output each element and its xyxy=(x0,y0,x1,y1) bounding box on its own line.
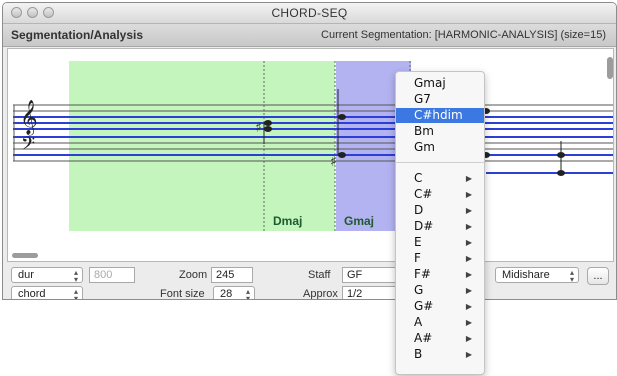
menu-item-chord[interactable]: Bm xyxy=(396,124,484,139)
menu-item-label: G7 xyxy=(414,92,431,106)
dur-select[interactable]: dur ▴ ▾ xyxy=(11,267,83,284)
window-title: CHORD-SEQ xyxy=(271,6,348,20)
score-staff-svg: 𝄞 𝄢 ♯ ♯ xyxy=(13,61,613,231)
zoom-label: Zoom xyxy=(179,269,208,281)
menu-item-label: Gm xyxy=(414,140,435,154)
menu-item-label: B xyxy=(414,347,423,361)
approx-label: Approx xyxy=(303,288,338,300)
menu-item-label: D# xyxy=(414,219,434,233)
menu-item-root[interactable]: D# ▶ xyxy=(396,219,484,234)
menu-item-label: A# xyxy=(414,331,433,345)
font-size-select[interactable]: 28 ▴ ▾ xyxy=(213,286,255,300)
updown-arrow-icon: ▴ ▾ xyxy=(73,287,78,300)
updown-arrow-icon: ▴ ▾ xyxy=(245,287,250,300)
menu-item-root[interactable]: C# ▶ xyxy=(396,187,484,202)
updown-arrow-icon: ▴ ▾ xyxy=(569,268,574,284)
menu-item-label: C#hdim xyxy=(414,108,463,122)
chord-select-value: chord xyxy=(18,288,46,300)
zoom-field[interactable]: 245 xyxy=(211,267,253,283)
submenu-arrow-icon: ▶ xyxy=(465,254,472,263)
menu-item-root[interactable]: F# ▶ xyxy=(396,267,484,282)
menu-separator xyxy=(396,162,484,163)
submenu-arrow-icon: ▶ xyxy=(465,190,472,199)
note-head xyxy=(264,126,272,132)
menu-item-label: G xyxy=(414,283,424,297)
menu-item-chord-selected[interactable]: C#hdim xyxy=(396,108,484,123)
menu-item-label: Bm xyxy=(414,124,434,138)
menu-item-root[interactable]: C ▶ xyxy=(396,171,484,186)
title-bar: CHORD-SEQ xyxy=(3,3,616,24)
menu-item-root[interactable]: G# ▶ xyxy=(396,299,484,314)
sharp-icon: ♯ xyxy=(330,154,337,170)
segment-label-gmaj: Gmaj xyxy=(344,214,375,228)
dur-value-field[interactable]: 800 xyxy=(89,267,135,283)
chord-seq-window: CHORD-SEQ Segmentation/Analysis Current … xyxy=(2,2,617,300)
segmentation-header: Segmentation/Analysis Current Segmentati… xyxy=(3,24,616,47)
submenu-arrow-icon: ▶ xyxy=(465,286,472,295)
note-head xyxy=(338,114,346,120)
menu-item-label: C# xyxy=(414,187,433,201)
midi-select[interactable]: Midishare ▴ ▾ xyxy=(495,267,579,284)
vertical-scrollbar[interactable] xyxy=(607,57,613,79)
submenu-arrow-icon: ▶ xyxy=(465,350,472,359)
menu-item-root[interactable]: A ▶ xyxy=(396,315,484,330)
menu-item-chord[interactable]: G7 xyxy=(396,92,484,107)
more-options-button[interactable]: ... xyxy=(587,267,609,285)
staff-label: Staff xyxy=(308,269,331,281)
current-segmentation-status: Current Segmentation: [HARMONIC-ANALYSIS… xyxy=(321,29,606,41)
chord-select[interactable]: chord ▴ ▾ xyxy=(11,286,83,300)
font-size-value: 28 xyxy=(220,288,233,300)
score-canvas[interactable]: 𝄞 𝄢 ♯ ♯ Dmaj Gmaj xyxy=(7,48,614,262)
horizontal-scrollbar[interactable] xyxy=(12,253,38,258)
submenu-arrow-icon: ▶ xyxy=(465,270,472,279)
updown-arrow-icon: ▴ ▾ xyxy=(73,268,78,284)
menu-item-label: G# xyxy=(414,299,434,313)
menu-item-root[interactable]: E ▶ xyxy=(396,235,484,250)
treble-clef-icon: 𝄞 xyxy=(20,100,38,136)
submenu-arrow-icon: ▶ xyxy=(465,318,472,327)
submenu-arrow-icon: ▶ xyxy=(465,334,472,343)
note-head xyxy=(338,152,346,158)
menu-item-label: C xyxy=(414,171,423,185)
submenu-arrow-icon: ▶ xyxy=(465,222,472,231)
dur-select-value: dur xyxy=(18,269,34,281)
menu-item-root[interactable]: B ▶ xyxy=(396,347,484,362)
menu-item-label: A xyxy=(414,315,423,329)
staff-select[interactable]: GF xyxy=(342,267,398,283)
mode-title: Segmentation/Analysis xyxy=(11,28,144,42)
font-size-label: Font size xyxy=(160,288,205,300)
menu-item-root[interactable]: A# ▶ xyxy=(396,331,484,346)
segment-label-dmaj: Dmaj xyxy=(273,214,303,228)
menu-item-root[interactable]: F ▶ xyxy=(396,251,484,266)
menu-item-root[interactable]: D ▶ xyxy=(396,203,484,218)
approx-select[interactable]: 1/2 xyxy=(342,286,398,299)
midi-select-value: Midishare xyxy=(502,269,550,281)
submenu-arrow-icon: ▶ xyxy=(465,238,472,247)
note-head xyxy=(264,120,272,126)
menu-item-chord[interactable]: Gm xyxy=(396,140,484,155)
menu-item-label: D xyxy=(414,203,424,217)
chord-context-menu[interactable]: Gmaj G7 C#hdim Bm Gm C ▶ C# ▶ D ▶ D# ▶ E ▶ F ▶… xyxy=(395,71,485,375)
menu-item-label: F# xyxy=(414,267,431,281)
bass-clef-icon: 𝄢 xyxy=(21,134,35,159)
submenu-arrow-icon: ▶ xyxy=(465,302,472,311)
menu-item-label: Gmaj xyxy=(414,76,446,90)
sharp-icon: ♯ xyxy=(255,120,262,136)
menu-item-root[interactable]: G ▶ xyxy=(396,283,484,298)
menu-item-label: E xyxy=(414,235,422,249)
submenu-arrow-icon: ▶ xyxy=(465,174,472,183)
menu-item-chord[interactable]: Gmaj xyxy=(396,76,484,91)
controls-panel: dur ▴ ▾ 800 Zoom 245 Staff GF Midishare ▴… xyxy=(3,263,616,299)
menu-item-label: F xyxy=(414,251,421,265)
submenu-arrow-icon: ▶ xyxy=(465,206,472,215)
